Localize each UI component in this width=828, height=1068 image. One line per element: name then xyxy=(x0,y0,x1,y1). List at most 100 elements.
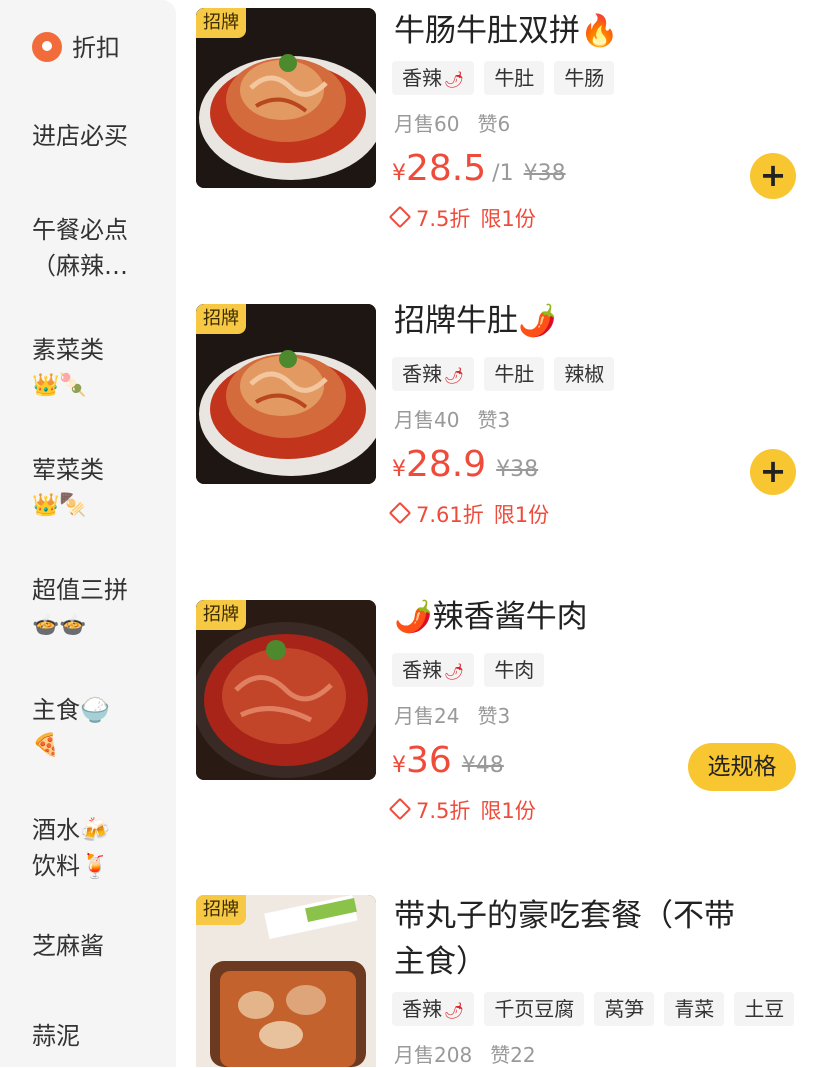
currency-symbol: ¥ xyxy=(392,753,406,778)
sidebar-item-drinks[interactable]: 酒水🍻 饮料🍹 xyxy=(32,812,162,884)
crown-skewer-icon: 👑🍢 xyxy=(32,493,87,518)
product-tags: 香辣 🌶 牛肚 牛肠 xyxy=(392,61,615,95)
sidebar-item-label: 素菜类 xyxy=(32,336,104,364)
sidebar-item-garlic[interactable]: 蒜泥 xyxy=(32,1018,162,1054)
tag-label: 香辣 xyxy=(402,658,442,682)
sidebar-item-staple[interactable]: 主食🍚 🍕 xyxy=(32,692,162,764)
tag-spicy: 香辣 🌶 xyxy=(392,61,475,95)
tag-spicy: 香辣 🌶 xyxy=(392,653,475,687)
monthly-sales: 月售60 xyxy=(394,112,460,136)
price-tag-icon xyxy=(388,501,412,525)
likes: 赞22 xyxy=(490,1043,536,1067)
purchase-limit: 限1份 xyxy=(480,207,536,231)
sidebar-item-lunch[interactable]: 午餐必点（麻辣… xyxy=(32,212,162,284)
chili-icon: 🌶 xyxy=(444,662,465,681)
discount-info: 7.5折 限1份 xyxy=(388,203,536,233)
product-tags: 香辣 🌶 千页豆腐 莴笋 青菜 土豆 xyxy=(392,992,795,1026)
tag-spicy: 香辣 🌶 xyxy=(392,357,475,391)
sidebar-item-must-buy[interactable]: 进店必买 xyxy=(32,118,162,154)
tag: 辣椒 xyxy=(554,357,615,391)
chili-icon: 🌶 xyxy=(444,1001,465,1020)
sidebar-item-label: 主食🍚 xyxy=(32,696,110,724)
sidebar-item-label: 超值三拼 xyxy=(32,576,128,604)
price-row: ¥28.9 ¥38 xyxy=(392,444,538,485)
sidebar-item-label-2: 饮料🍹 xyxy=(32,852,110,880)
sidebar-item-combo[interactable]: 超值三拼 🍲🍲 xyxy=(32,572,162,644)
sidebar-item-label: 蒜泥 xyxy=(32,1022,80,1050)
tag: 莴笋 xyxy=(594,992,655,1026)
add-to-cart-button[interactable]: + xyxy=(750,153,796,199)
tag: 青菜 xyxy=(664,992,725,1026)
price-row: ¥28.5/1 ¥38 xyxy=(392,148,566,189)
tag: 牛肚 xyxy=(484,61,545,95)
tag: 土豆 xyxy=(734,992,795,1026)
monthly-sales: 月售208 xyxy=(394,1043,473,1067)
tag: 牛肉 xyxy=(484,653,545,687)
sidebar-item-meat[interactable]: 荤菜类 👑🍢 xyxy=(32,452,162,524)
product-title[interactable]: 招牌牛肚🌶️ xyxy=(394,298,814,344)
crown-skewer-icon: 👑🍡 xyxy=(32,373,87,398)
signature-badge: 招牌 xyxy=(196,8,246,38)
sidebar-item-label: 进店必买 xyxy=(32,122,128,150)
sidebar-item-label: 酒水🍻 xyxy=(32,816,110,844)
discount-rate: 7.5折 xyxy=(416,207,471,231)
discount-info: 7.61折 限1份 xyxy=(388,499,550,529)
add-to-cart-button[interactable]: + xyxy=(750,449,796,495)
sidebar-item-sesame[interactable]: 芝麻酱 xyxy=(32,928,162,964)
price-tag-icon xyxy=(388,797,412,821)
sidebar-item-label: 芝麻酱 xyxy=(32,932,104,960)
product-stats: 月售40 赞3 xyxy=(394,404,510,433)
bowl-icon: 🍲🍲 xyxy=(32,613,87,638)
signature-badge: 招牌 xyxy=(196,895,246,925)
tag: 牛肚 xyxy=(484,357,545,391)
product-card[interactable]: 招牌 带丸子的豪吃套餐（不带主食） 香辣 🌶 千页豆腐 莴笋 青菜 土豆 月售20… xyxy=(196,895,828,1067)
sidebar-item-discount[interactable]: 折扣 xyxy=(32,30,162,66)
purchase-limit: 限1份 xyxy=(493,503,550,527)
product-title[interactable]: 🌶️辣香酱牛肉 xyxy=(394,594,814,640)
current-price: 28.9 xyxy=(406,444,487,485)
likes: 赞3 xyxy=(477,408,511,432)
location-pin-icon xyxy=(32,32,62,62)
discount-rate: 7.61折 xyxy=(416,503,484,527)
price-unit: /1 xyxy=(492,161,514,186)
current-price: 28.5 xyxy=(406,148,487,189)
tag: 牛肠 xyxy=(554,61,615,95)
product-stats: 月售24 赞3 xyxy=(394,700,510,729)
tag-label: 香辣 xyxy=(402,362,442,386)
price-tag-icon xyxy=(388,205,412,229)
chili-icon: 🌶 xyxy=(444,366,465,385)
signature-badge: 招牌 xyxy=(196,304,246,334)
sidebar-item-vegetables[interactable]: 素菜类 👑🍡 xyxy=(32,332,162,404)
signature-badge: 招牌 xyxy=(196,600,246,630)
pizza-icon: 🍕 xyxy=(32,733,60,758)
product-tags: 香辣 🌶 牛肚 辣椒 xyxy=(392,357,615,391)
original-price: ¥38 xyxy=(496,457,539,482)
tag-spicy: 香辣 🌶 xyxy=(392,992,475,1026)
chili-icon: 🌶 xyxy=(444,70,465,89)
monthly-sales: 月售24 xyxy=(394,704,460,728)
product-card[interactable]: 招牌 🌶️辣香酱牛肉 香辣 🌶 牛肉 月售24 赞3 ¥36 ¥48 7.5折 限1份 … xyxy=(196,599,828,880)
product-image[interactable]: 招牌 xyxy=(196,895,376,1067)
product-image[interactable]: 招牌 xyxy=(196,8,376,188)
monthly-sales: 月售40 xyxy=(394,408,460,432)
sidebar-item-label: 荤菜类 xyxy=(32,456,104,484)
product-stats: 月售60 赞6 xyxy=(394,108,510,137)
product-title[interactable]: 带丸子的豪吃套餐（不带主食） xyxy=(394,893,754,985)
discount-info: 7.5折 限1份 xyxy=(388,795,536,825)
discount-rate: 7.5折 xyxy=(416,799,471,823)
product-title[interactable]: 牛肠牛肚双拼🔥 xyxy=(394,8,814,54)
currency-symbol: ¥ xyxy=(392,457,406,482)
tag-label: 香辣 xyxy=(402,66,442,90)
original-price: ¥38 xyxy=(523,161,566,186)
likes: 赞3 xyxy=(477,704,511,728)
category-sidebar: 折扣 进店必买 午餐必点（麻辣… 素菜类 👑🍡 荤菜类 👑🍢 超值三拼 🍲🍲 主… xyxy=(0,0,176,1067)
product-image[interactable]: 招牌 xyxy=(196,600,376,780)
purchase-limit: 限1份 xyxy=(480,799,536,823)
product-card[interactable]: 招牌 牛肠牛肚双拼🔥 香辣 🌶 牛肚 牛肠 月售60 赞6 ¥28.5/1 ¥38 7… xyxy=(196,8,828,288)
product-stats: 月售208 赞22 xyxy=(394,1039,536,1068)
product-tags: 香辣 🌶 牛肉 xyxy=(392,653,545,687)
product-image[interactable]: 招牌 xyxy=(196,304,376,484)
select-spec-button[interactable]: 选规格 xyxy=(688,743,796,791)
product-card[interactable]: 招牌 招牌牛肚🌶️ 香辣 🌶 牛肚 辣椒 月售40 赞3 ¥28.9 ¥38 7.61… xyxy=(196,303,828,584)
tag-label: 香辣 xyxy=(402,997,442,1021)
